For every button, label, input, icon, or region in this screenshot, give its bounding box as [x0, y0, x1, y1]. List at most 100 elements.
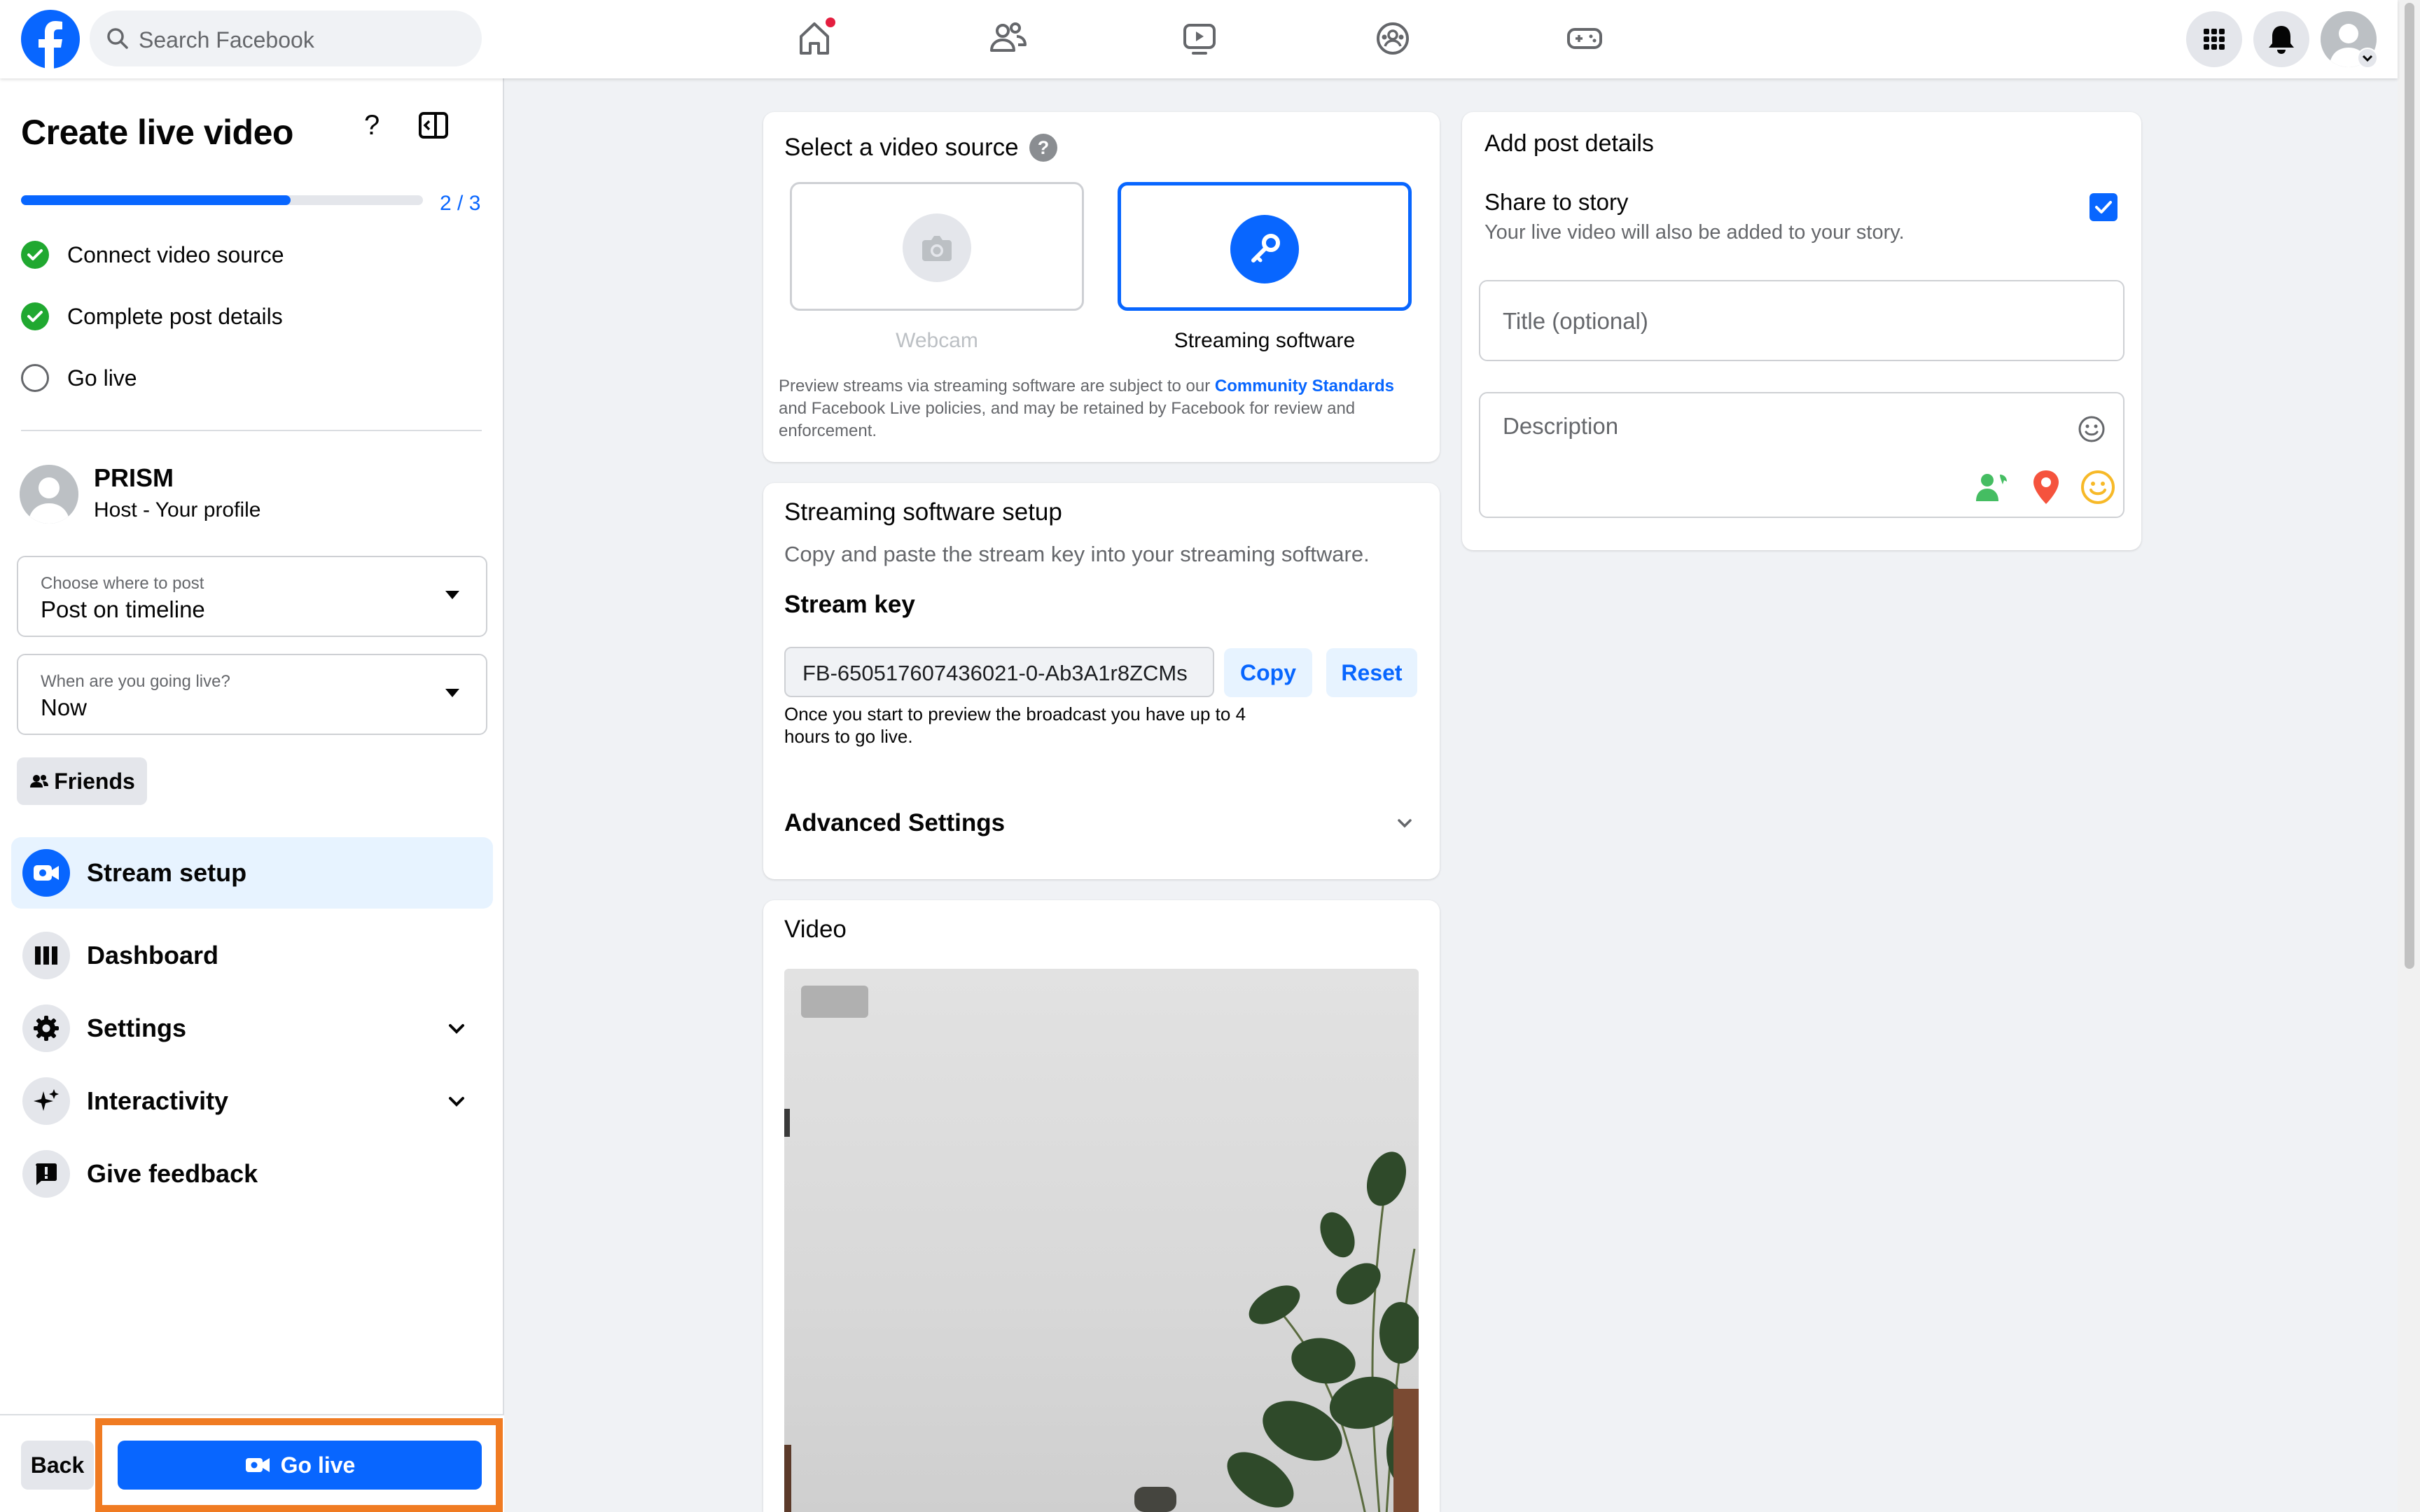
menu-settings[interactable]: Settings	[11, 993, 493, 1064]
video-source-title: Select a video source	[784, 134, 1019, 161]
menu-stream-setup[interactable]: Stream setup	[11, 837, 493, 909]
scrollbar-thumb[interactable]	[2405, 3, 2414, 969]
groups-icon[interactable]	[1368, 14, 1417, 63]
share-to-story-subtitle: Your live video will also be added to yo…	[1484, 221, 1905, 244]
chevron-down-icon	[449, 1097, 464, 1107]
friends-icon	[30, 775, 49, 788]
search-placeholder: Search Facebook	[139, 27, 314, 52]
caret-down-icon	[445, 591, 459, 599]
menu-grid-icon[interactable]	[2186, 11, 2242, 67]
description-input[interactable]: Description	[1479, 392, 2125, 518]
share-to-story-label: Share to story	[1484, 189, 1629, 215]
host-role: Host - Your profile	[94, 498, 261, 522]
community-standards-link[interactable]: Community Standards	[1215, 377, 1394, 396]
plant-image	[784, 1109, 1419, 1512]
reset-button[interactable]: Reset	[1326, 648, 1417, 697]
gear-icon	[22, 1004, 70, 1052]
video-preview	[784, 969, 1419, 1512]
sparkle-icon	[22, 1077, 70, 1125]
search-input[interactable]: Search Facebook	[90, 10, 482, 66]
step-connect-video-source: Connect video source	[21, 239, 284, 270]
video-camera-icon	[245, 1458, 270, 1472]
notifications-bell-icon[interactable]	[2253, 11, 2309, 67]
menu-interactivity[interactable]: Interactivity	[11, 1065, 493, 1137]
dropdown-label: When are you going live?	[41, 672, 230, 691]
chevron-down-icon	[449, 1024, 464, 1034]
post-details-title: Add post details	[1484, 130, 1654, 157]
dashboard-icon	[22, 932, 70, 979]
advanced-settings-label: Advanced Settings	[784, 809, 1006, 836]
host-avatar	[20, 465, 78, 524]
go-live-time-dropdown[interactable]: When are you going live? Now	[17, 654, 487, 735]
go-live-button[interactable]: Go live	[118, 1441, 482, 1490]
search-icon	[107, 28, 128, 49]
step-complete-post-details: Complete post details	[21, 301, 283, 332]
source-notice: Preview streams via streaming software a…	[779, 375, 1409, 442]
webcam-label: Webcam	[896, 329, 978, 352]
account-chevron-icon[interactable]	[2357, 48, 2378, 69]
notice-text: Preview streams via streaming software a…	[779, 377, 1215, 396]
advanced-settings-toggle[interactable]: Advanced Settings	[784, 808, 1419, 839]
help-icon[interactable]: ?	[359, 108, 387, 143]
watch-icon[interactable]	[1175, 14, 1224, 63]
step-label: Connect video source	[67, 241, 284, 267]
collapse-panel-icon[interactable]	[417, 111, 450, 140]
menu-label: Give feedback	[87, 1159, 258, 1188]
step-counter: 2 / 3	[440, 192, 481, 215]
post-destination-dropdown[interactable]: Choose where to post Post on timeline	[17, 556, 487, 637]
audience-button[interactable]: Friends	[17, 757, 147, 805]
video-title: Video	[784, 916, 847, 943]
friends-icon[interactable]	[983, 14, 1032, 63]
progress-fill	[21, 195, 291, 205]
menu-label: Interactivity	[87, 1086, 229, 1115]
video-camera-icon	[22, 849, 70, 897]
go-live-label: Go live	[280, 1452, 356, 1478]
video-source-header: Select a video source ?	[784, 133, 1058, 162]
menu-label: Stream setup	[87, 858, 247, 887]
dropdown-label: Choose where to post	[41, 574, 204, 593]
menu-label: Dashboard	[87, 941, 219, 969]
menu-dashboard[interactable]: Dashboard	[11, 920, 493, 991]
share-to-story-checkbox[interactable]	[2089, 193, 2118, 221]
step-go-live: Go live	[21, 363, 137, 393]
tag-people-icon[interactable]	[1973, 469, 2010, 505]
title-placeholder: Title (optional)	[1503, 308, 1648, 334]
streaming-software-tile[interactable]	[1118, 182, 1412, 311]
gaming-icon[interactable]	[1560, 14, 1609, 63]
menu-label: Settings	[87, 1014, 187, 1042]
dropdown-value: Now	[41, 694, 88, 720]
step-label: Complete post details	[67, 303, 283, 329]
check-icon	[21, 302, 49, 330]
chevron-down-icon	[1398, 819, 1412, 828]
svg-text:?: ?	[364, 110, 380, 141]
caret-down-icon	[445, 689, 459, 697]
description-placeholder: Description	[1503, 413, 1619, 439]
step-label: Go live	[67, 365, 137, 391]
camera-icon	[903, 214, 971, 282]
emoji-outline-icon[interactable]	[2077, 414, 2106, 444]
home-icon[interactable]	[790, 14, 839, 63]
stream-key-value: FB-650517607436021-0-Ab3A1r8ZCMs	[802, 661, 1188, 685]
streaming-setup-subtitle: Copy and paste the stream key into your …	[784, 542, 1370, 566]
webcam-source-tile[interactable]	[790, 182, 1084, 311]
title-input[interactable]: Title (optional)	[1479, 280, 2125, 361]
streaming-setup-title: Streaming software setup	[784, 498, 1062, 526]
check-icon	[21, 241, 49, 269]
host-name: PRISM	[94, 463, 174, 492]
stream-key-label: Stream key	[784, 591, 915, 618]
notice-text: and Facebook Live policies, and may be r…	[779, 399, 1356, 440]
audience-label: Friends	[54, 768, 135, 794]
stream-key-note: Once you start to preview the broadcast …	[784, 704, 1246, 747]
facebook-logo-icon[interactable]	[21, 10, 80, 69]
location-pin-icon[interactable]	[2031, 469, 2061, 505]
feedback-icon	[22, 1150, 70, 1198]
stream-key-field[interactable]: FB-650517607436021-0-Ab3A1r8ZCMs	[784, 647, 1214, 697]
help-circle-icon[interactable]: ?	[1029, 133, 1058, 162]
key-icon	[1230, 215, 1299, 284]
back-button[interactable]: Back	[21, 1441, 94, 1490]
page-title: Create live video	[21, 113, 293, 152]
copy-button[interactable]: Copy	[1224, 648, 1312, 697]
menu-give-feedback[interactable]: Give feedback	[11, 1138, 493, 1210]
divider	[21, 430, 482, 431]
feeling-emoji-icon[interactable]	[2080, 469, 2116, 505]
